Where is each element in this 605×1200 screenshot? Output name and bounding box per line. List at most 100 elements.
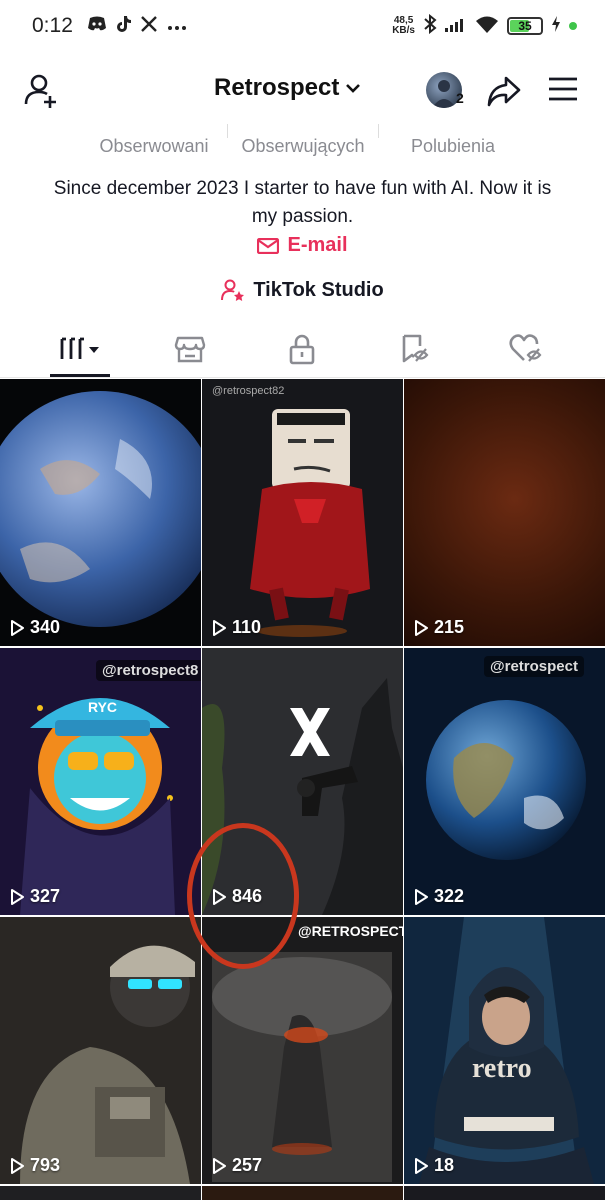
view-count: 215: [414, 617, 464, 638]
view-count: 110: [212, 617, 261, 638]
view-count-value: 793: [30, 1155, 61, 1175]
status-time: 0:12: [32, 14, 73, 37]
watermark: @retrospect8: [96, 660, 201, 681]
play-icon: [213, 1157, 226, 1174]
view-count: 793: [10, 1155, 60, 1176]
play-icon: [213, 619, 226, 636]
share-icon[interactable]: [486, 74, 522, 108]
play-icon: [415, 888, 428, 905]
video-thumbnail[interactable]: 793: [0, 917, 201, 1184]
tab-liked[interactable]: [504, 328, 548, 370]
account-switcher[interactable]: Retrospect: [214, 74, 361, 102]
tab-private[interactable]: [280, 328, 324, 370]
profile-stats: Obserwowani Obserwujących Polubienia: [0, 114, 605, 164]
network-speed-unit: KB/s: [392, 25, 415, 36]
following-count: [90, 114, 218, 126]
more-notifications-icon: [167, 16, 187, 36]
profile-header: Retrospect 2: [0, 60, 605, 120]
battery-level: 35: [518, 19, 532, 33]
x-icon: [141, 15, 157, 37]
battery-indicator: 35: [507, 17, 543, 35]
play-icon: [11, 1157, 24, 1174]
video-thumbnail[interactable]: 340: [0, 379, 201, 646]
creator-star-icon: [221, 279, 245, 301]
view-count: 327: [10, 886, 60, 907]
avatar-badge: 2: [456, 90, 464, 106]
notification-icons: [87, 15, 187, 37]
bluetooth-icon: [423, 13, 437, 39]
bio-text: Since december 2023 I starter to have fu…: [53, 178, 552, 227]
tiktok-studio-link[interactable]: TikTok Studio: [0, 278, 605, 302]
page-title: Retrospect: [214, 74, 340, 101]
play-icon: [415, 1157, 428, 1174]
system-status: 48,5 KB/s 35: [392, 13, 577, 39]
earth-thumbnail-art: [0, 391, 201, 627]
signal-icon: [445, 16, 467, 37]
studio-label: TikTok Studio: [253, 278, 384, 301]
video-thumbnail[interactable]: @retrospect 322: [404, 648, 605, 915]
tab-shop[interactable]: [168, 328, 212, 370]
view-count: 18: [414, 1155, 454, 1176]
view-count-value: 340: [30, 617, 61, 637]
hoodie-boy-thumbnail-art: retro: [404, 917, 605, 1184]
lock-icon: [289, 334, 315, 365]
play-icon: [11, 888, 24, 905]
chevron-down-icon: [346, 84, 361, 93]
followers-stat[interactable]: Obserwujących: [232, 114, 374, 157]
status-bar: 0:12 48,5 KB/s 35: [0, 0, 605, 52]
view-count: 257: [212, 1155, 262, 1176]
discord-icon: [87, 16, 107, 37]
view-count-value: 215: [434, 617, 465, 637]
superhero-thumbnail-art: [202, 379, 403, 646]
email-link[interactable]: E-mail: [0, 234, 605, 257]
active-tab-indicator: [50, 374, 110, 377]
profile-tabs: [0, 320, 605, 378]
shop-icon: [174, 336, 206, 363]
rapper-thumbnail-art: RYC: [0, 648, 201, 915]
heart-hidden-icon: [509, 334, 542, 362]
video-thumbnail[interactable]: RYC @retrospect8 327: [0, 648, 201, 915]
active-indicator-dot: [569, 22, 577, 30]
video-thumbnail[interactable]: @retrospect82 110: [202, 379, 403, 646]
divider: [227, 124, 228, 138]
charging-icon: [551, 15, 561, 37]
likes-label: Polubienia: [410, 136, 496, 156]
view-count-value: 257: [232, 1155, 263, 1175]
view-count: 322: [414, 886, 464, 907]
soldier-thumbnail-art: [0, 917, 201, 1184]
add-friend-icon[interactable]: [22, 72, 62, 112]
svg-text:retro: retro: [472, 1053, 532, 1084]
divider: [378, 124, 379, 138]
tiktok-icon: [116, 15, 131, 37]
email-label: E-mail: [287, 234, 348, 256]
watermark: @retrospect: [484, 656, 584, 677]
following-label: Obserwowani: [99, 136, 209, 156]
tab-videos[interactable]: [50, 328, 110, 370]
network-speed: 48,5 KB/s: [392, 16, 415, 36]
view-count-value: 110: [232, 617, 262, 637]
followers-label: Obserwujących: [241, 136, 365, 156]
videos-grid-icon: [60, 337, 99, 359]
following-stat[interactable]: Obserwowani: [90, 114, 218, 157]
video-thumbnail[interactable]: retro 18: [404, 917, 605, 1184]
likes-count: [400, 114, 506, 126]
video-thumbnail[interactable]: [0, 1186, 201, 1200]
menu-icon[interactable]: [548, 76, 578, 102]
planet-thumbnail-art: [404, 648, 605, 915]
mail-icon: [257, 237, 280, 254]
highlight-circle-annotation: [187, 823, 299, 969]
video-thumbnail[interactable]: 215: [404, 379, 605, 646]
tab-saved[interactable]: [392, 328, 436, 370]
play-icon: [11, 619, 24, 636]
video-thumbnail[interactable]: [202, 1186, 403, 1200]
wifi-icon: [475, 15, 499, 38]
view-count-value: 18: [434, 1155, 455, 1175]
play-icon: [415, 619, 428, 636]
video-thumbnail[interactable]: [404, 1186, 605, 1200]
likes-stat[interactable]: Polubienia: [400, 114, 506, 157]
watermark: @retrospect82: [212, 385, 285, 397]
followers-count: [232, 114, 374, 126]
watermark: @RETROSPECT: [298, 923, 403, 939]
view-count: 340: [10, 617, 60, 638]
view-count-value: 322: [434, 886, 465, 906]
